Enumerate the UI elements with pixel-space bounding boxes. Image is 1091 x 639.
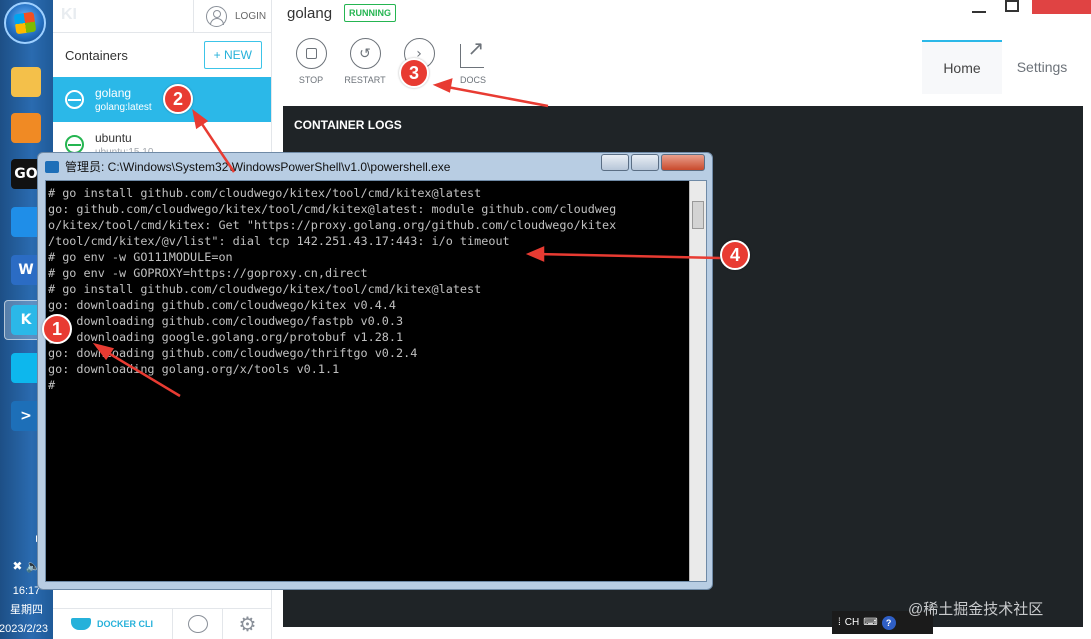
console-line: go: downloading github.com/cloudwego/kit… xyxy=(48,298,397,312)
minimize-button[interactable] xyxy=(972,0,988,14)
gear-icon: ⚙ xyxy=(238,613,257,636)
container-title: golang xyxy=(287,4,333,22)
console-line: go: downloading golang.org/x/tools v0.1.… xyxy=(48,362,340,376)
containers-title: Containers xyxy=(65,47,128,63)
login-label: LOGIN xyxy=(235,11,267,22)
powershell-window[interactable]: 管理员: C:\Windows\System32\WindowsPowerShe… xyxy=(37,152,713,590)
logs-title: CONTAINER LOGS xyxy=(294,118,402,132)
clock-day: 星期四 xyxy=(10,604,43,616)
container-status-icon xyxy=(65,90,84,109)
container-item-golang[interactable]: golang golang:latest xyxy=(53,77,271,122)
taskbar-app-file-explorer[interactable] xyxy=(4,62,48,102)
external-link-icon: ↗ xyxy=(458,36,489,69)
close-button[interactable] xyxy=(1032,0,1091,14)
feedback-button[interactable] xyxy=(173,608,223,639)
console-line: # xyxy=(48,378,56,392)
restart-button[interactable]: ↺ RESTART xyxy=(338,38,392,85)
powershell-title: 管理员: C:\Windows\System32\WindowsPowerShe… xyxy=(65,160,451,174)
container-name: ubuntu xyxy=(95,130,132,145)
console-line: go: github.com/cloudwego/kitex/tool/cmd/… xyxy=(48,202,617,216)
ime-grip-icon: ⁞ xyxy=(838,617,841,628)
annotation-marker-1: 1 xyxy=(42,314,72,344)
container-text: golang golang:latest xyxy=(95,86,152,114)
powershell-titlebar[interactable]: 管理员: C:\Windows\System32\WindowsPowerShe… xyxy=(45,153,705,180)
ps-minimize-button[interactable] xyxy=(601,154,629,171)
media-player-icon xyxy=(11,113,41,143)
console-line: # go env -w GO111MODULE=on xyxy=(48,250,233,264)
docs-button[interactable]: ↗ DOCS xyxy=(446,36,500,85)
detail-tabs: Home Settings xyxy=(922,40,1091,94)
file-explorer-icon xyxy=(11,67,41,97)
console-output: # go install github.com/cloudwego/kitex/… xyxy=(48,185,688,393)
windows-logo-icon xyxy=(13,11,37,35)
annotation-marker-2: 2 xyxy=(163,84,193,114)
watermark: @稀土掘金技术社区 xyxy=(908,601,1044,618)
container-image: golang:latest xyxy=(95,101,152,113)
console-scrollbar[interactable] xyxy=(689,181,706,581)
restart-label: RESTART xyxy=(344,75,386,85)
login-button[interactable]: LOGIN xyxy=(193,0,266,33)
docs-label: DOCS xyxy=(459,75,486,85)
console-line: # go env -w GOPROXY=https://goproxy.cn,d… xyxy=(48,266,368,280)
ime-language[interactable]: CH xyxy=(845,617,859,628)
annotation-marker-3: 3 xyxy=(399,58,429,88)
restart-icon: ↺ xyxy=(349,38,381,69)
stop-button[interactable]: STOP xyxy=(284,38,338,85)
console-line: o/kitex/tool/cmd/kitex: Get "https://pro… xyxy=(48,218,617,232)
taskbar-app-media-player[interactable] xyxy=(4,108,48,148)
clock-date: 2023/2/23 xyxy=(0,623,48,635)
container-header: golang RUNNING xyxy=(287,4,397,22)
console-line: # go install github.com/cloudwego/kitex/… xyxy=(48,282,482,296)
tab-settings[interactable]: Settings xyxy=(1002,40,1082,94)
new-container-button[interactable]: + NEW xyxy=(203,41,262,69)
annotation-marker-4: 4 xyxy=(720,240,750,270)
scrollbar-thumb[interactable] xyxy=(692,201,704,229)
container-toolbar: STOP ↺ RESTART › ↗ DOCS xyxy=(284,36,500,85)
sidebar-topbar: KI LOGIN xyxy=(53,0,271,33)
docker-cli-button[interactable]: DOCKER CLI xyxy=(53,608,173,639)
help-icon[interactable]: ? xyxy=(881,615,896,630)
powershell-window-controls xyxy=(601,154,705,171)
console-line: go: downloading google.golang.org/protob… xyxy=(48,330,404,344)
user-icon xyxy=(206,6,227,27)
preferences-button[interactable]: ⚙ xyxy=(223,609,272,639)
status-badge: RUNNING xyxy=(344,4,397,22)
console-line: go: downloading github.com/cloudwego/thr… xyxy=(48,346,418,360)
console-line: # go install github.com/cloudwego/kitex/… xyxy=(48,186,482,200)
chat-bubble-icon xyxy=(187,615,208,633)
maximize-button[interactable] xyxy=(1005,0,1019,12)
stop-label: STOP xyxy=(298,75,324,85)
kitematic-logo: KI xyxy=(61,6,77,23)
powershell-console[interactable]: # go install github.com/cloudwego/kitex/… xyxy=(45,180,707,582)
docker-cli-label: DOCKER CLI xyxy=(97,619,153,629)
windows-start-button[interactable] xyxy=(4,2,46,44)
docker-whale-icon xyxy=(71,618,91,630)
tab-home[interactable]: Home xyxy=(922,40,1002,94)
console-line: /tool/cmd/kitex/@v/list": dial tcp 142.2… xyxy=(48,234,510,248)
ps-close-button[interactable] xyxy=(661,154,705,171)
ps-maximize-button[interactable] xyxy=(631,154,659,171)
keyboard-icon[interactable]: ⌨ xyxy=(863,617,877,628)
console-line: go: downloading github.com/cloudwego/fas… xyxy=(48,314,404,328)
containers-header: Containers + NEW xyxy=(53,33,271,77)
container-name: golang xyxy=(95,85,132,100)
stop-icon xyxy=(295,38,327,69)
sidebar-footer: DOCKER CLI ⚙ xyxy=(53,608,272,639)
powershell-icon xyxy=(45,160,59,173)
